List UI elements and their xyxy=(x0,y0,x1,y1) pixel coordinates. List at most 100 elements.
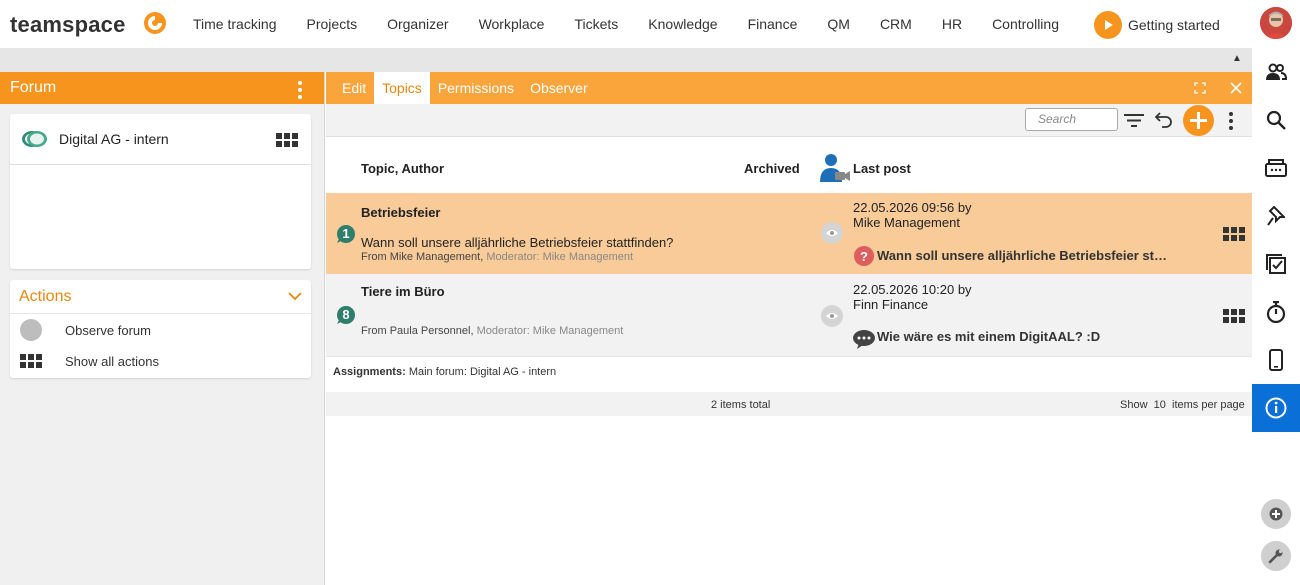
wrench-icon xyxy=(1268,549,1283,564)
task-checkbox-icon xyxy=(1266,254,1286,274)
table-header: Topic, Author Archived Last post xyxy=(326,137,1252,193)
nav-organizer[interactable]: Organizer xyxy=(372,16,463,32)
last-post-author: Mike Management xyxy=(853,215,960,230)
getting-started-button[interactable]: Getting started xyxy=(1094,11,1220,39)
nav-crm[interactable]: CRM xyxy=(865,16,927,32)
last-post-date: 22.05.2026 09:56 by xyxy=(853,200,972,215)
nav-projects[interactable]: Projects xyxy=(292,16,373,32)
eye-icon[interactable] xyxy=(821,305,843,327)
forum-panel: Forum Digital AG - intern Actions Observ… xyxy=(0,72,325,585)
grid-icon xyxy=(20,354,42,368)
rail-pin[interactable] xyxy=(1252,192,1300,240)
mobile-phone-icon xyxy=(1269,349,1283,371)
row-grid-icon[interactable] xyxy=(1223,227,1245,241)
actions-card: Actions Observe forum Show all actions xyxy=(10,280,311,378)
nav-qm[interactable]: QM xyxy=(812,16,865,32)
chevron-down-icon xyxy=(288,292,302,301)
column-archived[interactable]: Archived xyxy=(744,161,800,176)
toolbar-menu-icon[interactable] xyxy=(1229,112,1233,130)
last-post-author: Finn Finance xyxy=(853,297,929,312)
top-navigation-bar: teamspace Time tracking Projects Organiz… xyxy=(0,0,1252,48)
right-rail xyxy=(1252,48,1300,585)
action-label: Observe forum xyxy=(65,322,151,338)
assignments-value: Main forum: Digital AG - intern xyxy=(408,366,557,378)
nav-hr[interactable]: HR xyxy=(927,16,977,32)
collapse-up-icon[interactable]: ▲ xyxy=(1232,53,1242,64)
inbox-icon xyxy=(1265,159,1287,177)
rail-info[interactable] xyxy=(1252,384,1300,432)
rail-tasks[interactable] xyxy=(1252,240,1300,288)
topics-panel: Edit Topics Permissions Observer Search … xyxy=(326,72,1252,585)
column-last-post[interactable]: Last post xyxy=(853,161,911,176)
table-row[interactable]: 8 Tiere im Büro From Paula Personnel, Mo… xyxy=(326,274,1252,357)
user-video-icon xyxy=(820,154,850,182)
author-text: From Mike Management, xyxy=(361,251,484,263)
per-page-value[interactable]: 10 xyxy=(1154,399,1166,411)
column-topic[interactable]: Topic, Author xyxy=(361,161,444,176)
tab-observer[interactable]: Observer xyxy=(522,72,596,104)
nav-controlling[interactable]: Controlling xyxy=(977,16,1074,32)
per-page-suffix: items per page xyxy=(1172,399,1245,411)
eye-icon[interactable] xyxy=(821,222,843,244)
user-avatar[interactable] xyxy=(1260,7,1292,39)
assignments: Assignments: Main forum: Digital AG - in… xyxy=(333,366,556,378)
filter-icon[interactable] xyxy=(1124,113,1144,128)
rail-mobile[interactable] xyxy=(1252,336,1300,384)
topic-question: Wann soll unsere alljährliche Betriebsfe… xyxy=(361,235,674,250)
tab-bar: Edit Topics Permissions Observer xyxy=(326,72,1252,104)
forum-panel-header: Forum xyxy=(0,72,324,104)
forum-card-header[interactable]: Digital AG - intern xyxy=(10,114,311,165)
settings-button[interactable] xyxy=(1261,541,1291,571)
action-observe-forum[interactable]: Observe forum xyxy=(10,314,311,346)
table-row[interactable]: 1 Betriebsfeier Wann soll unsere alljähr… xyxy=(326,193,1252,274)
tab-permissions[interactable]: Permissions xyxy=(430,72,522,104)
add-widget-button[interactable] xyxy=(1261,499,1291,529)
tab-topics[interactable]: Topics xyxy=(374,72,430,104)
close-icon[interactable] xyxy=(1230,82,1242,94)
main-nav: Time tracking Projects Organizer Workpla… xyxy=(178,0,1074,48)
topic-title[interactable]: Tiere im Büro xyxy=(361,284,445,299)
table-footer: 2 items total Show 10 items per page xyxy=(326,392,1252,416)
question-icon: ? xyxy=(854,246,874,266)
last-post-title[interactable]: Wie wäre es mit einem DigitAAL? :D xyxy=(877,329,1100,344)
tab-edit[interactable]: Edit xyxy=(334,72,374,104)
last-post-date: 22.05.2026 10:20 by xyxy=(853,282,972,297)
search-input[interactable]: Search xyxy=(1025,108,1118,131)
show-label: Show xyxy=(1120,399,1148,411)
rail-search[interactable] xyxy=(1252,96,1300,144)
nav-finance[interactable]: Finance xyxy=(733,16,813,32)
topic-author: From Mike Management, Moderator: Mike Ma… xyxy=(361,251,633,263)
nav-time-tracking[interactable]: Time tracking xyxy=(178,16,292,32)
forum-chat-icon xyxy=(22,131,47,147)
nav-workplace[interactable]: Workplace xyxy=(464,16,560,32)
row-grid-icon[interactable] xyxy=(1223,309,1245,323)
items-total: 2 items total xyxy=(711,399,771,411)
reply-count: 1 xyxy=(342,226,350,241)
undo-icon[interactable] xyxy=(1155,111,1173,128)
teamspace-logo[interactable]: teamspace xyxy=(10,12,126,38)
assignments-label: Assignments: xyxy=(333,366,406,378)
reply-count: 8 xyxy=(342,307,350,322)
rail-timer[interactable] xyxy=(1252,288,1300,336)
topic-author: From Paula Personnel, Moderator: Mike Ma… xyxy=(361,325,623,337)
actions-title: Actions xyxy=(19,287,72,305)
forum-menu-icon[interactable] xyxy=(298,81,302,99)
action-show-all[interactable]: Show all actions xyxy=(10,346,311,376)
plus-circle-icon xyxy=(1269,507,1283,521)
add-topic-button[interactable] xyxy=(1183,105,1214,136)
per-page-control[interactable]: Show 10 items per page xyxy=(1120,399,1245,411)
forum-card-grid-icon[interactable] xyxy=(276,133,298,147)
action-label: Show all actions xyxy=(65,353,159,369)
pin-icon xyxy=(1267,206,1285,226)
logo-mark-icon xyxy=(144,12,166,34)
getting-started-label: Getting started xyxy=(1128,17,1220,33)
expand-icon[interactable] xyxy=(1194,82,1206,94)
rail-inbox[interactable] xyxy=(1252,144,1300,192)
sub-header-strip xyxy=(0,48,1252,72)
actions-header[interactable]: Actions xyxy=(10,280,311,314)
last-post-title[interactable]: Wann soll unsere alljährliche Betriebsfe… xyxy=(877,248,1167,263)
topic-title[interactable]: Betriebsfeier xyxy=(361,205,440,220)
rail-people[interactable] xyxy=(1252,48,1300,96)
nav-knowledge[interactable]: Knowledge xyxy=(633,16,732,32)
nav-tickets[interactable]: Tickets xyxy=(559,16,633,32)
